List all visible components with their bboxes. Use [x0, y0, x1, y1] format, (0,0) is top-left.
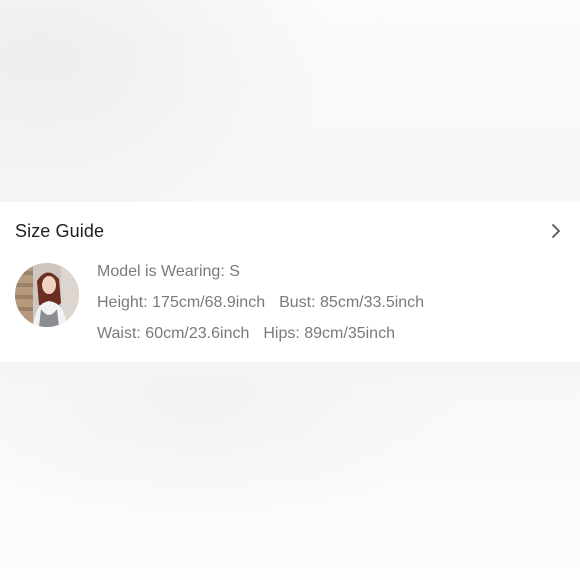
- model-wearing-text: Model is Wearing: S: [97, 263, 240, 280]
- size-guide-card[interactable]: Size Guide Model is Wearing: S Height: 1…: [0, 202, 580, 362]
- hips-text: Hips: 89cm/35inch: [263, 325, 395, 342]
- background-bottom: [0, 377, 580, 580]
- model-avatar: [15, 263, 79, 327]
- model-wearing-line: Model is Wearing: S: [97, 262, 424, 282]
- waist-hips-line: Waist: 60cm/23.6inch Hips: 89cm/35inch: [97, 324, 424, 344]
- height-bust-line: Height: 175cm/68.9inch Bust: 85cm/33.5inc…: [97, 293, 424, 313]
- chevron-right-icon[interactable]: [547, 222, 565, 240]
- height-text: Height: 175cm/68.9inch: [97, 294, 266, 311]
- waist-text: Waist: 60cm/23.6inch: [97, 325, 250, 342]
- background-top: [0, 0, 580, 202]
- bust-text: Bust: 85cm/33.5inch: [279, 294, 425, 311]
- size-guide-title: Size Guide: [15, 220, 105, 241]
- section-divider: [0, 362, 580, 377]
- model-measurements: Model is Wearing: S Height: 175cm/68.9in…: [97, 262, 424, 355]
- size-guide-header[interactable]: Size Guide: [15, 219, 565, 243]
